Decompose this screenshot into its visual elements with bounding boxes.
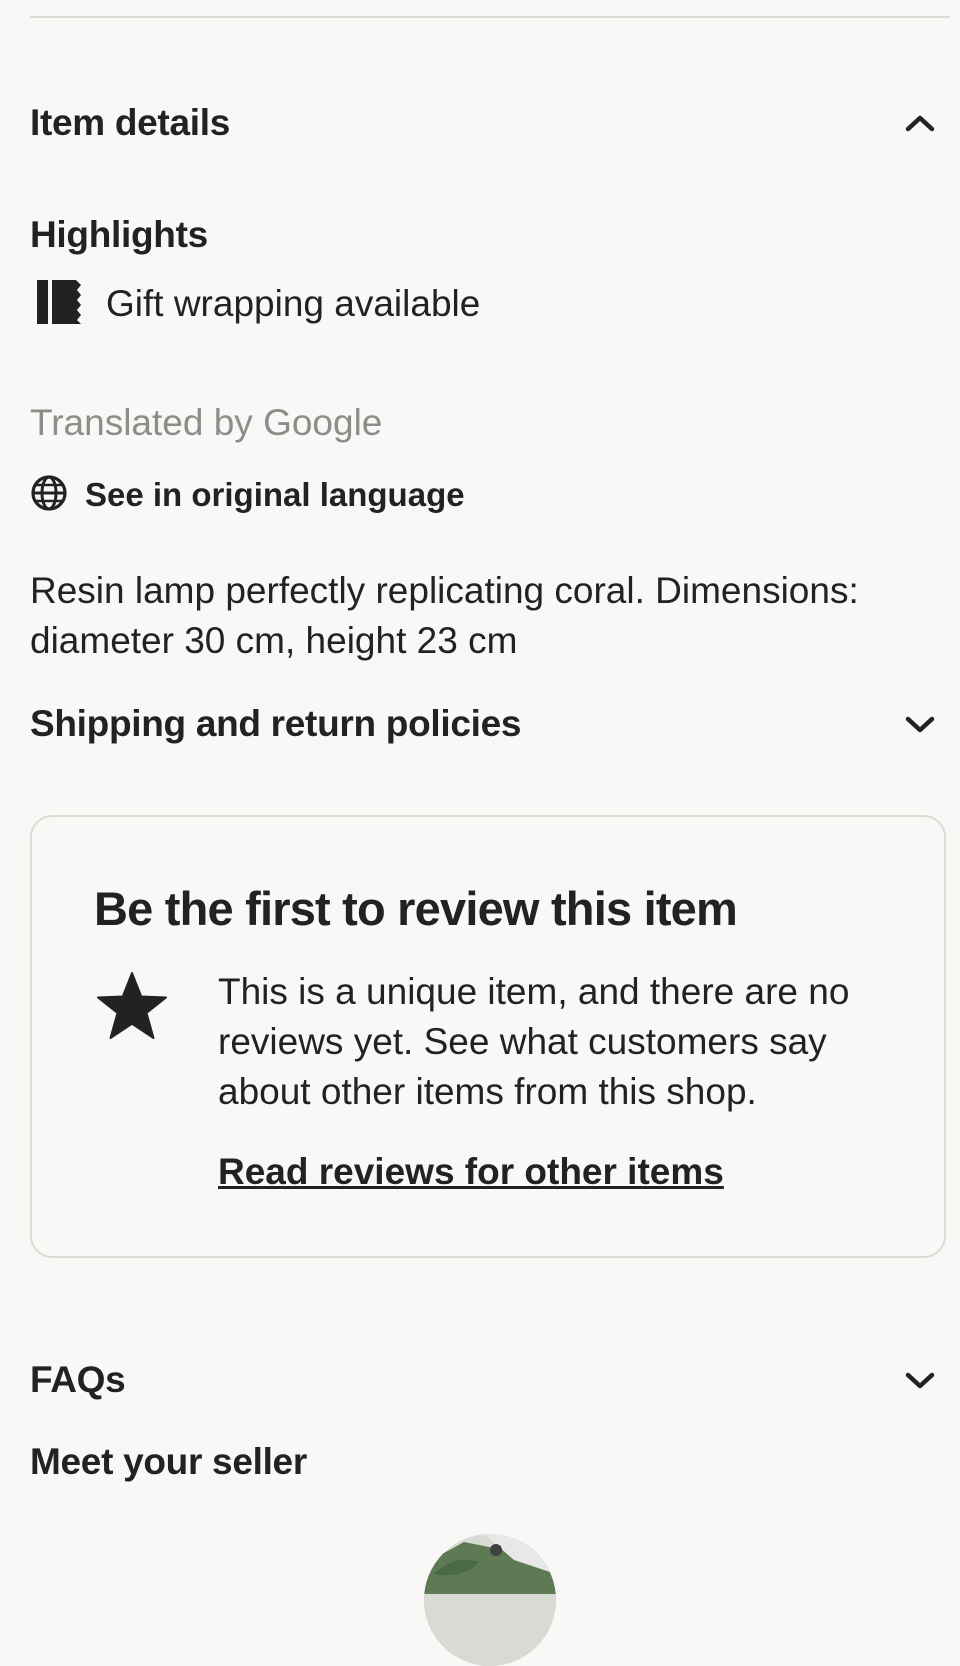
gift-wrap-icon xyxy=(36,278,82,331)
faqs-title: FAQs xyxy=(30,1359,126,1400)
item-description: Resin lamp perfectly replicating coral. … xyxy=(30,570,859,661)
translated-note: Translated by Google xyxy=(30,402,383,443)
item-details-title: Item details xyxy=(30,102,230,143)
item-details-header[interactable]: Item details xyxy=(30,93,935,153)
chevron-down-icon[interactable] xyxy=(905,1365,935,1395)
highlights-heading: Highlights xyxy=(30,214,208,255)
seller-avatar[interactable] xyxy=(424,1534,556,1666)
meet-your-seller-heading: Meet your seller xyxy=(30,1441,307,1482)
chevron-down-icon[interactable] xyxy=(905,709,935,739)
review-card-body: This is a unique item, and there are no … xyxy=(218,971,850,1112)
highlight-label: Gift wrapping available xyxy=(106,283,481,324)
highlight-gift-wrapping: Gift wrapping available xyxy=(36,278,480,330)
faqs-header[interactable]: FAQs xyxy=(30,1350,935,1410)
review-card-title: Be the first to review this item xyxy=(94,882,738,935)
section-divider xyxy=(30,16,950,18)
shipping-policies-header[interactable]: Shipping and return policies xyxy=(30,694,935,754)
star-icon xyxy=(96,971,168,1041)
read-reviews-link[interactable]: Read reviews for other items xyxy=(218,1151,724,1193)
see-original-language-label: See in original language xyxy=(85,476,465,513)
chevron-up-icon[interactable] xyxy=(905,108,935,138)
shipping-policies-title: Shipping and return policies xyxy=(30,703,522,744)
globe-icon xyxy=(30,474,68,517)
review-card: Be the first to review this item This is… xyxy=(30,815,946,1258)
see-original-language-link[interactable]: See in original language xyxy=(30,472,465,518)
